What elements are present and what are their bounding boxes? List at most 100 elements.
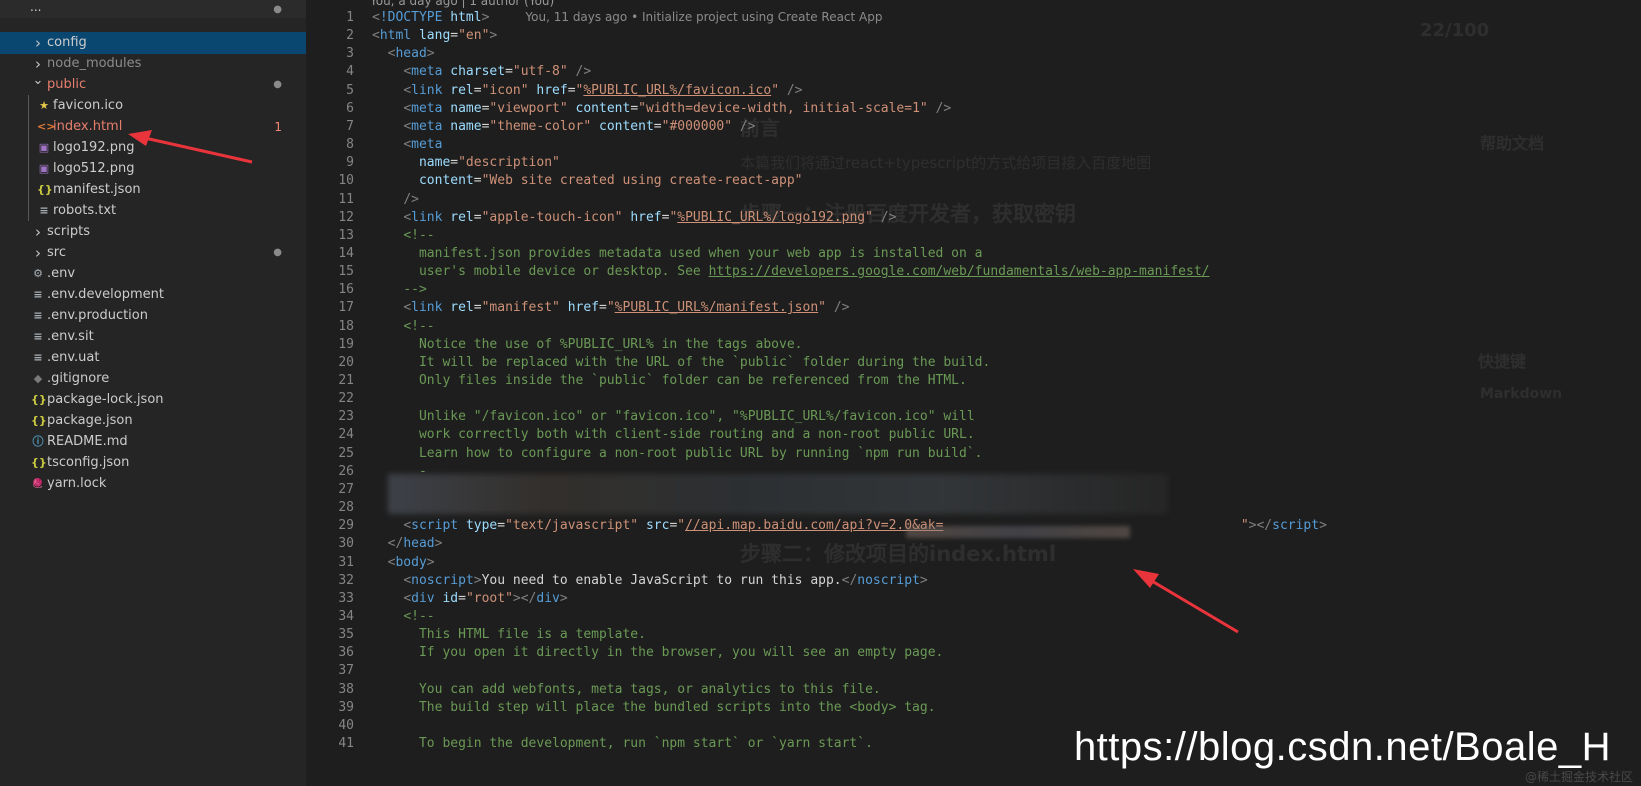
code-line[interactable]: 19 Notice the use of %PUBLIC_URL% in the…	[306, 335, 1641, 354]
line-number: 23	[338, 409, 354, 425]
code-token: =	[473, 173, 482, 189]
code-token: content	[575, 100, 631, 116]
code-line[interactable]: 10 content="Web site created using creat…	[306, 171, 1641, 190]
code-line[interactable]: 33 <div id="root"></div>	[306, 589, 1641, 608]
code-token: %PUBLIC_URL%/favicon.ico	[583, 82, 772, 98]
text-file-icon: ≡	[39, 204, 49, 217]
code-line[interactable]: 9 name="description"	[306, 153, 1641, 172]
tree-item-favicon-ico[interactable]: ★ favicon.ico	[0, 95, 306, 117]
code-line[interactable]: 35 This HTML file is a template.	[306, 625, 1641, 644]
tree-item-manifest-json[interactable]: {} manifest.json	[0, 179, 306, 201]
code-line[interactable]: 21 Only files inside the `public` folder…	[306, 371, 1641, 390]
code-token: >	[919, 572, 928, 588]
code-line[interactable]: 37	[306, 661, 1641, 680]
code-line[interactable]: 23 Unlike "/favicon.ico" or "favicon.ico…	[306, 407, 1641, 426]
tree-item-env-uat[interactable]: ≡ .env.uat	[0, 347, 306, 369]
modified-dot: ●	[273, 4, 282, 15]
code-token: =	[630, 100, 639, 116]
code-token: script	[1272, 518, 1320, 534]
code-line[interactable]: 12 <link rel="apple-touch-icon" href="%P…	[306, 208, 1641, 227]
tree-item-gitignore[interactable]: ◆ .gitignore	[0, 368, 306, 390]
code-token: <	[403, 100, 412, 116]
tree-item-tsconfig-json[interactable]: {} tsconfig.json	[0, 452, 306, 474]
tree-item-label: package-lock.json	[47, 392, 164, 407]
tree-item-label: config	[47, 35, 87, 50]
tree-item-public[interactable]: ⌄ public ●	[0, 73, 306, 96]
tree-item-logo192-png[interactable]: ▣ logo192.png	[0, 137, 306, 159]
code-token: rel	[450, 82, 474, 98]
code-content: <body>	[372, 553, 435, 572]
code-token: <	[403, 64, 412, 80]
code-line[interactable]: 27	[306, 480, 1641, 499]
tree-item-node-modules[interactable]: › node_modules	[0, 53, 306, 75]
codelens-blame-header[interactable]: You, a day ago | 1 author (You)	[370, 0, 554, 8]
tree-item-env-production[interactable]: ≡ .env.production	[0, 305, 306, 327]
code-line[interactable]: 11 />	[306, 190, 1641, 209]
tree-item-label: .env	[47, 266, 76, 281]
line-number: 33	[338, 590, 354, 606]
code-line[interactable]: 7 <meta name="theme-color" content="#000…	[306, 117, 1641, 136]
code-line[interactable]: 16 -->	[306, 280, 1641, 299]
code-line[interactable]: 17 <link rel="manifest" href="%PUBLIC_UR…	[306, 298, 1641, 317]
code-token: >	[426, 46, 435, 62]
code-line[interactable]: 25 Learn how to configure a non-root pub…	[306, 444, 1641, 463]
code-line[interactable]: 36 If you open it directly in the browse…	[306, 643, 1641, 662]
code-line[interactable]: 32 <noscript>You need to enable JavaScri…	[306, 571, 1641, 590]
code-line[interactable]: 15 user's mobile device or desktop. See …	[306, 262, 1641, 281]
tree-item-env[interactable]: ⚙ .env	[0, 263, 306, 285]
watermark-small: @稀土掘金技术社区	[1524, 770, 1633, 784]
line-number: 30	[338, 536, 354, 552]
line-number: 6	[346, 100, 354, 116]
yarn-file-icon: 🧶	[32, 479, 44, 489]
tree-item-env-development[interactable]: ≡ .env.development	[0, 284, 306, 306]
code-line[interactable]: 31 <body>	[306, 553, 1641, 572]
tree-item-package-json[interactable]: {} package.json	[0, 410, 306, 432]
tree-item-env-sit[interactable]: ≡ .env.sit	[0, 326, 306, 348]
code-line[interactable]: 1 <!DOCTYPE html> You, 11 days ago • Initi…	[306, 8, 1641, 27]
tree-item-index-html[interactable]: <> index.html 1	[0, 116, 306, 138]
info-file-icon: ⓘ	[32, 435, 44, 448]
code-line[interactable]: 18 <!--	[306, 317, 1641, 336]
code-token: <	[403, 209, 412, 225]
tree-item-robots-txt[interactable]: ≡ robots.txt	[0, 200, 306, 222]
tree-item-readme-md[interactable]: ⓘ README.md	[0, 431, 306, 453]
code-line[interactable]: 20 It will be replaced with the URL of t…	[306, 353, 1641, 372]
code-line[interactable]: 5 <link rel="icon" href="%PUBLIC_URL%/fa…	[306, 81, 1641, 100]
code-line[interactable]: 14 manifest.json provides metadata used …	[306, 244, 1641, 263]
tree-item-yarn-lock[interactable]: 🧶 yarn.lock	[0, 473, 306, 495]
code-line[interactable]: 39 The build step will place the bundled…	[306, 698, 1641, 717]
code-line[interactable]: 13 <!--	[306, 226, 1641, 245]
code-line[interactable]: 6 <meta name="viewport" content="width=d…	[306, 99, 1641, 118]
code-line[interactable]: 2 <html lang="en">	[306, 26, 1641, 45]
code-line[interactable]: 4 <meta charset="utf-8" />	[306, 62, 1641, 81]
tree-item-src[interactable]: › src ●	[0, 242, 306, 264]
code-line[interactable]: 26 -	[306, 462, 1641, 481]
code-line[interactable]: 8 <meta	[306, 135, 1641, 154]
code-line[interactable]: 29 <script type="text/javascript" src="/…	[306, 516, 1641, 535]
tree-item-config[interactable]: › config	[0, 32, 306, 54]
code-content: work correctly both with client-side rou…	[372, 425, 975, 444]
code-token: <!--	[403, 608, 435, 624]
line-number: 41	[338, 736, 354, 751]
code-line[interactable]: 22	[306, 389, 1641, 408]
code-line[interactable]: 24 work correctly both with client-side …	[306, 425, 1641, 444]
tree-item-logo512-png[interactable]: ▣ logo512.png	[0, 158, 306, 180]
tree-item-label: robots.txt	[53, 203, 117, 218]
explorer-root-header[interactable]: ... ●	[0, 0, 306, 18]
code-token: body	[395, 554, 427, 570]
tree-item-scripts[interactable]: › scripts	[0, 221, 306, 243]
json-file-icon: {}	[37, 183, 53, 196]
code-content: <script type="text/javascript" src="//ap…	[372, 516, 1327, 535]
tree-item-package-lock-json[interactable]: {} package-lock.json	[0, 389, 306, 411]
code-token: <	[372, 10, 380, 25]
code-token: "	[677, 518, 686, 534]
code-line[interactable]: 30 </head>	[306, 534, 1641, 553]
code-line[interactable]: 38 You can add webfonts, meta tags, or a…	[306, 680, 1641, 699]
code-line[interactable]: 3 <head>	[306, 44, 1641, 63]
code-editor[interactable]: You, a day ago | 1 author (You) 22/100 前…	[306, 0, 1641, 786]
code-token: rel	[450, 209, 474, 225]
code-line[interactable]: 28	[306, 498, 1641, 517]
code-token: https://developers.google.com/web/fundam…	[708, 264, 1210, 280]
code-line[interactable]: 34 <!--	[306, 607, 1641, 626]
